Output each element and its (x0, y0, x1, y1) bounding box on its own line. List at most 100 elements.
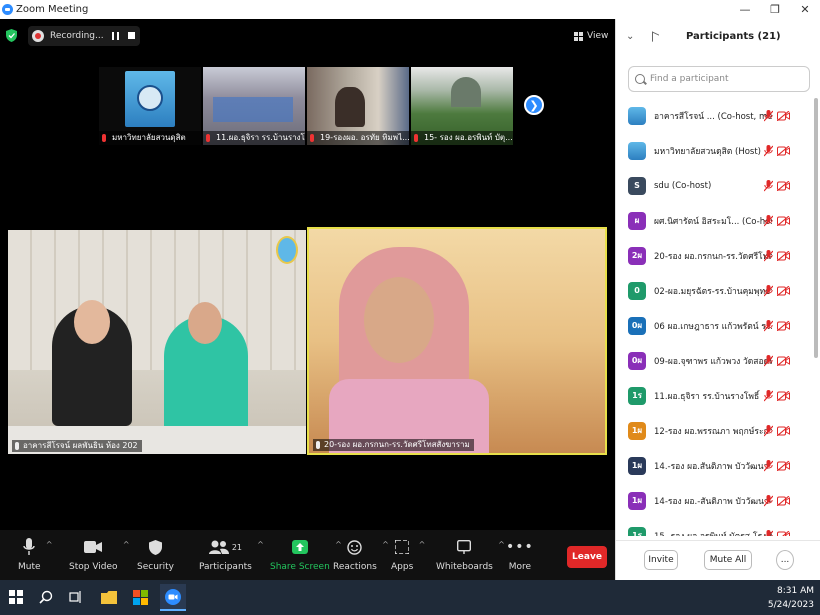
muted-mic-icon[interactable] (764, 494, 773, 507)
participant-row[interactable]: Ssdu (Co-host) (616, 168, 816, 203)
thumbnail-video[interactable]: มหาวิทยาลัยสวนดุสิต (99, 67, 201, 145)
video-off-icon[interactable] (777, 145, 790, 156)
share-screen-label: Share Screen (270, 562, 330, 572)
security-shield-icon[interactable] (6, 29, 17, 42)
participant-status-icons (764, 459, 790, 472)
video-off-icon[interactable] (777, 250, 790, 261)
avatar: 1ผ (628, 491, 646, 510)
video-off-icon[interactable] (777, 355, 790, 366)
muted-mic-icon[interactable] (764, 144, 773, 157)
video-off-icon[interactable] (777, 320, 790, 331)
video-tile[interactable]: อาคารสีโรจน์ ผลพันธิน ห้อง 202 (8, 230, 306, 454)
chevron-up-icon[interactable]: ^ (382, 540, 389, 549)
muted-mic-icon[interactable] (764, 459, 773, 472)
muted-mic-icon[interactable] (764, 424, 773, 437)
file-explorer-icon[interactable] (100, 588, 118, 606)
video-off-icon[interactable] (777, 285, 790, 296)
whiteboards-button[interactable]: Whiteboards ^ (436, 538, 505, 572)
muted-mic-icon[interactable] (764, 284, 773, 297)
participant-search[interactable] (628, 66, 810, 92)
search-icon[interactable] (37, 588, 55, 606)
video-off-icon[interactable] (777, 390, 790, 401)
video-off-icon[interactable] (777, 180, 790, 191)
video-camera-icon (84, 538, 103, 556)
participant-status-icons (764, 284, 790, 297)
close-icon[interactable]: ✕ (790, 0, 820, 19)
chevron-up-icon[interactable]: ^ (419, 540, 426, 549)
more-button[interactable]: ••• More (506, 538, 534, 572)
participant-name: 02-ผอ.มยุรฉัตร-รร.บ้านคุมพุทธวงส์ (654, 286, 772, 297)
participant-status-icons (764, 529, 790, 537)
participants-label: Participants (199, 562, 252, 572)
avatar: 0 (628, 281, 646, 300)
window-titlebar: Zoom Meeting — ❐ ✕ (0, 0, 820, 19)
windows-taskbar: 8:31 AM 5/24/2023 (0, 580, 820, 615)
leave-button[interactable]: Leave (567, 546, 607, 568)
video-off-icon[interactable] (777, 425, 790, 436)
invite-button[interactable]: Invite (644, 550, 678, 570)
video-off-icon[interactable] (777, 215, 790, 226)
participant-status-icons (764, 319, 790, 332)
video-off-icon[interactable] (777, 110, 790, 121)
restore-icon[interactable]: ❐ (760, 0, 790, 19)
participant-row[interactable]: อาคารสีโรจน์ ... (Co-host, me) (616, 98, 816, 133)
participant-row[interactable]: 0ผ 09-ผอ.จุฑาพร แก้วพวง วัดสอดห้อง (616, 343, 816, 378)
thumbnail-video[interactable]: 15- รอง ผอ.อรพินท์ บัตุ... (411, 67, 513, 145)
pause-recording-icon[interactable] (112, 32, 119, 40)
muted-mic-icon[interactable] (764, 179, 773, 192)
video-off-icon[interactable] (777, 460, 790, 471)
muted-mic-icon[interactable] (764, 109, 773, 122)
video-off-icon[interactable] (777, 495, 790, 506)
muted-mic-icon[interactable] (764, 529, 773, 537)
chevron-up-icon[interactable]: ^ (257, 540, 264, 549)
mute-all-button[interactable]: Mute All (704, 550, 752, 570)
view-button[interactable]: View (574, 31, 608, 41)
thumbnail-video[interactable]: 19-รองผอ. อรทัย ทิมพไ... (307, 67, 409, 145)
participant-row[interactable]: 2ผ 20-รอง ผอ.กรกนก-รร.วัดศรีโทสสัง... (616, 238, 816, 273)
stop-recording-icon[interactable] (128, 32, 135, 39)
apps-label: Apps (391, 562, 414, 572)
system-clock[interactable]: 8:31 AM 5/24/2023 (768, 584, 814, 612)
participant-name: อาคารสีโรจน์ ... (Co-host, me) (654, 111, 772, 122)
participant-row[interactable]: 1ผ 14-รอง ผอ.-สันติภาพ บัววัฒนา-รร.โ... (616, 483, 816, 518)
security-button[interactable]: Security (137, 538, 174, 572)
participant-list: อาคารสีโรจน์ ... (Co-host, me) มหาวิทยาลั… (616, 98, 820, 536)
chevron-up-icon[interactable]: ^ (498, 540, 505, 549)
chevron-down-icon[interactable]: ⌄ (626, 31, 634, 42)
participant-row[interactable]: มหาวิทยาลัยสวนดุสิต (Host) (616, 133, 816, 168)
participant-list-scrollbar[interactable] (814, 98, 818, 518)
participant-row[interactable]: 0ผ 06 ผอ.เกษฎาธาร แก้วพรัตน์ รร.ป... (616, 308, 816, 343)
apps-button[interactable]: Apps ^ (391, 538, 425, 572)
video-tile-active-speaker[interactable]: 20-รอง ผอ.กรกนก-รร.วัดศรีโทสสังฆาราม (307, 227, 607, 455)
store-icon[interactable] (131, 588, 149, 606)
share-screen-button[interactable]: Share Screen ^ (270, 538, 342, 572)
participant-row[interactable]: 1ร 15- รอง ผอ.อรพินท์ บัตุรส-โรงเรียน (616, 518, 816, 536)
participant-row[interactable]: 1ผ 12-รอง ผอ.พรรณภา พฤกษ์ระการ-... (616, 413, 816, 448)
muted-mic-icon[interactable] (764, 249, 773, 262)
minimize-icon[interactable]: — (730, 0, 760, 19)
next-page-arrow-icon[interactable]: ❯ (524, 95, 544, 115)
muted-mic-icon[interactable] (764, 389, 773, 402)
participant-row[interactable]: 1ผ 14.-รอง ผอ.สันติภาพ บัววัฒนา -รร.... (616, 448, 816, 483)
more-options-button[interactable]: ... (776, 550, 794, 570)
muted-mic-icon[interactable] (764, 354, 773, 367)
participant-name: 11.ผอ.ธุจิรา รร.บ้านรางโพธิ์ (654, 391, 760, 402)
participant-row[interactable]: 0 02-ผอ.มยุรฉัตร-รร.บ้านคุมพุทธวงส์ (616, 273, 816, 308)
chevron-up-icon[interactable]: ^ (46, 540, 53, 549)
chevron-up-icon[interactable]: ^ (123, 540, 130, 549)
task-view-icon[interactable] (67, 588, 85, 606)
stop-video-button[interactable]: Stop Video ^ (69, 538, 130, 572)
windows-start-icon[interactable] (7, 588, 25, 606)
video-off-icon[interactable] (777, 530, 790, 537)
participants-button[interactable]: 21 Participants ^ (199, 538, 264, 572)
participant-row[interactable]: ผ ผศ.นิศารัตน์ อิสระมโ... (Co-host) (616, 203, 816, 238)
muted-mic-icon[interactable] (764, 319, 773, 332)
muted-mic-icon[interactable] (764, 214, 773, 227)
search-input[interactable] (650, 74, 800, 84)
mute-button[interactable]: Mute ^ (18, 538, 53, 572)
thumbnail-video[interactable]: 11.ผอ.ธุจิรา รร.บ้านรางโ... (203, 67, 305, 145)
microphone-icon (23, 538, 35, 556)
reactions-button[interactable]: Reactions ^ (333, 538, 389, 572)
participant-row[interactable]: 1ร 11.ผอ.ธุจิรา รร.บ้านรางโพธิ์ (616, 378, 816, 413)
zoom-taskbar-icon[interactable] (160, 584, 186, 611)
